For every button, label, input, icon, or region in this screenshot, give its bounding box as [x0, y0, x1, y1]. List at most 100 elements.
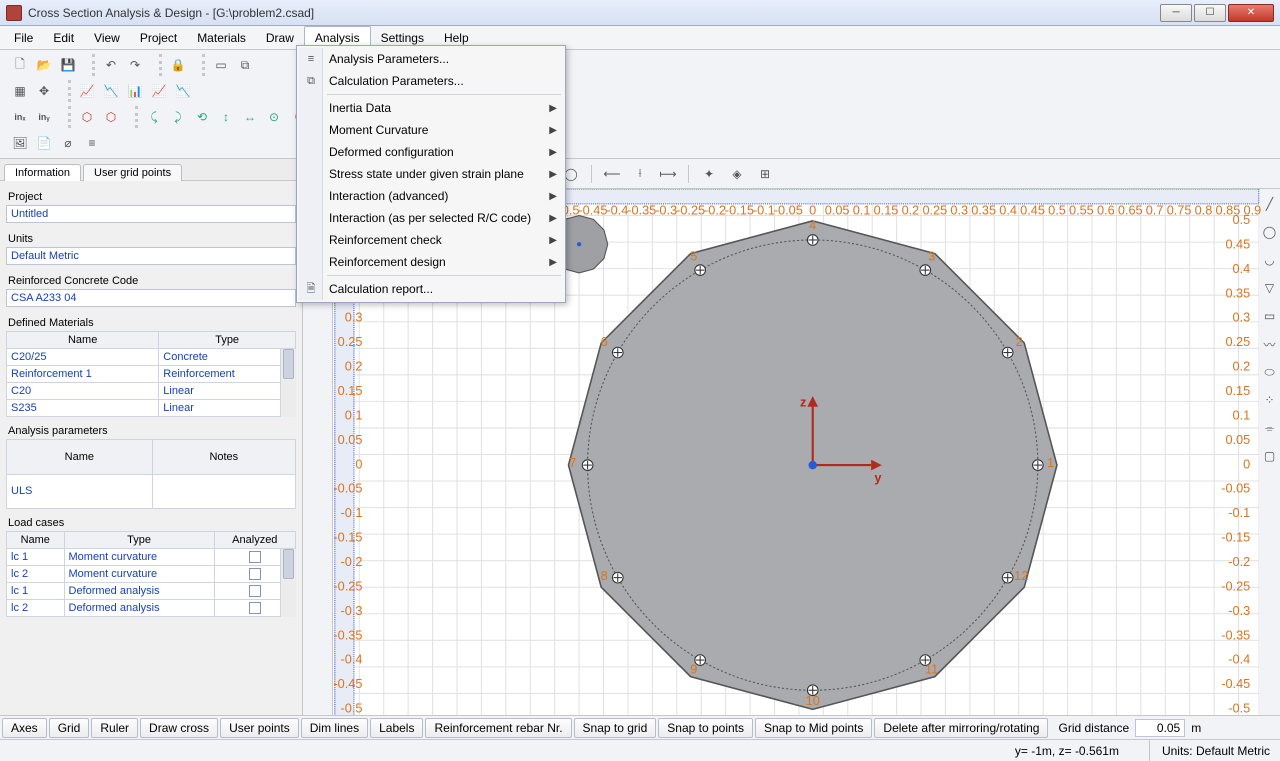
svg-text:2: 2 [1016, 334, 1023, 349]
option-labels[interactable]: Labels [370, 718, 423, 738]
units-input[interactable] [6, 247, 296, 265]
chart2-icon[interactable]: 📉 [100, 80, 122, 102]
menu-item-deformed-configuration[interactable]: Deformed configuration▶ [299, 141, 563, 163]
menubar: FileEditViewProjectMaterialsDrawAnalysis… [0, 26, 1280, 50]
menu-item-interaction-advanced[interactable]: Interaction (advanced)▶ [299, 185, 563, 207]
arrow-right-icon[interactable]: ⟼ [657, 163, 679, 185]
table-row[interactable]: S235Linear [7, 400, 296, 417]
analyzed-checkbox[interactable] [249, 551, 261, 563]
menu-edit[interactable]: Edit [43, 26, 84, 49]
snap2-icon[interactable]: ◈ [726, 163, 748, 185]
lock-icon[interactable]: 🔒 [167, 54, 189, 76]
project-input[interactable] [6, 205, 296, 223]
svg-text:0.1: 0.1 [345, 407, 363, 422]
option-snap-to-points[interactable]: Snap to points [658, 718, 753, 738]
materials-scrollbar[interactable] [280, 349, 296, 417]
materials-table[interactable]: NameTypeC20/25ConcreteReinforcement 1Rei… [6, 331, 296, 417]
menu-item-calculation-parameters[interactable]: Calculation Parameters...⧉ [299, 70, 563, 92]
save-file-icon[interactable]: 💾 [57, 54, 79, 76]
menu-item-calculation-report[interactable]: Calculation report...🗎 [299, 278, 563, 300]
table-row[interactable]: lc 1Moment curvature [7, 549, 296, 566]
table-row[interactable]: lc 2Moment curvature [7, 566, 296, 583]
menu-item-moment-curvature[interactable]: Moment Curvature▶ [299, 119, 563, 141]
maximize-button[interactable]: ☐ [1194, 4, 1226, 22]
nz-icon[interactable]: ⊙ [263, 106, 285, 128]
menu-item-analysis-parameters[interactable]: Analysis Parameters...≡ [299, 48, 563, 70]
select-icon[interactable]: ▦ [9, 80, 31, 102]
mz-icon[interactable]: ⟲ [191, 106, 213, 128]
table-row[interactable]: C20Linear [7, 383, 296, 400]
chart5-icon[interactable]: 📉 [172, 80, 194, 102]
menu-project[interactable]: Project [130, 26, 187, 49]
tab-user-grid-points[interactable]: User grid points [83, 164, 182, 181]
arrow-left-icon[interactable]: ⟵ [601, 163, 623, 185]
mx-icon[interactable]: ⤹ [143, 106, 165, 128]
table-row[interactable]: Reinforcement 1Reinforcement [7, 366, 296, 383]
loadcases-scrollbar[interactable] [280, 549, 296, 617]
export-img-icon[interactable]: 🖼 [9, 132, 31, 154]
loadcases-table[interactable]: NameTypeAnalyzedlc 1Moment curvaturelc 2… [6, 531, 296, 617]
settings-icon[interactable]: ⌀ [57, 132, 79, 154]
move-icon[interactable]: ✥ [33, 80, 55, 102]
export-pdf-icon[interactable]: 📄 [33, 132, 55, 154]
rect-icon[interactable]: ▭ [210, 54, 232, 76]
menu-materials[interactable]: Materials [187, 26, 256, 49]
snap1-icon[interactable]: ✦ [698, 163, 720, 185]
nx-icon[interactable]: ↕ [215, 106, 237, 128]
menu-item-inertia-data[interactable]: Inertia Data▶ [299, 97, 563, 119]
analyzed-checkbox[interactable] [249, 602, 261, 614]
menu-item-reinforcement-check[interactable]: Reinforcement check▶ [299, 229, 563, 251]
svg-text:3: 3 [928, 249, 935, 264]
menu-item-interaction-as-per-selected-r-c-code[interactable]: Interaction (as per selected R/C code)▶ [299, 207, 563, 229]
section-a-icon[interactable]: ⬡ [76, 106, 98, 128]
align-v-icon[interactable]: ⟊ [629, 163, 651, 185]
redo-icon[interactable]: ↷ [124, 54, 146, 76]
svg-text:0.35: 0.35 [1225, 285, 1250, 300]
option-snap-to-mid-points[interactable]: Snap to Mid points [755, 718, 872, 738]
option-axes[interactable]: Axes [2, 718, 47, 738]
open-file-icon[interactable]: 📂 [33, 54, 55, 76]
rc-code-input[interactable] [6, 289, 296, 307]
chart4-icon[interactable]: 📈 [148, 80, 170, 102]
option-user-points[interactable]: User points [220, 718, 299, 738]
menu-file[interactable]: File [4, 26, 43, 49]
menu-item-reinforcement-design[interactable]: Reinforcement design▶ [299, 251, 563, 273]
option-delete-after-mirroring-rotating[interactable]: Delete after mirroring/rotating [874, 718, 1048, 738]
svg-text:0.2: 0.2 [1233, 359, 1251, 374]
new-file-icon[interactable]: 🗋 [9, 54, 31, 76]
snap3-icon[interactable]: ⊞ [754, 163, 776, 185]
chart1-icon[interactable]: 📈 [76, 80, 98, 102]
option-draw-cross[interactable]: Draw cross [140, 718, 218, 738]
th: Name [7, 332, 159, 349]
in-y-icon[interactable]: inᵧ [33, 106, 55, 128]
option-reinforcement-rebar-nr[interactable]: Reinforcement rebar Nr. [425, 718, 571, 738]
table-row[interactable]: ULS [7, 474, 296, 509]
table-row[interactable]: lc 1Deformed analysis [7, 583, 296, 600]
option-grid[interactable]: Grid [49, 718, 90, 738]
option-dim-lines[interactable]: Dim lines [301, 718, 368, 738]
th: Analyzed [214, 532, 295, 549]
grid-distance-input[interactable] [1135, 719, 1185, 737]
ny-icon[interactable]: ↔ [239, 106, 261, 128]
chart3-icon[interactable]: 📊 [124, 80, 146, 102]
th: Type [64, 532, 214, 549]
menu-view[interactable]: View [84, 26, 130, 49]
option-ruler[interactable]: Ruler [91, 718, 138, 738]
table-row[interactable]: C20/25Concrete [7, 349, 296, 366]
analyzed-checkbox[interactable] [249, 568, 261, 580]
tab-information[interactable]: Information [4, 164, 81, 181]
undo-icon[interactable]: ↶ [100, 54, 122, 76]
section-b-icon[interactable]: ⬡ [100, 106, 122, 128]
my-icon[interactable]: ⤸ [167, 106, 189, 128]
table-row[interactable]: lc 2Deformed analysis [7, 600, 296, 617]
minimize-button[interactable]: ─ [1160, 4, 1192, 22]
analyzed-checkbox[interactable] [249, 585, 261, 597]
option-snap-to-grid[interactable]: Snap to grid [574, 718, 657, 738]
copy-icon[interactable]: ⧉ [234, 54, 256, 76]
menu-item-stress-state-under-given-strain-plane[interactable]: Stress state under given strain plane▶ [299, 163, 563, 185]
params-table[interactable]: NameNotesULS [6, 439, 296, 509]
close-button[interactable]: ✕ [1228, 4, 1274, 22]
in-x-icon[interactable]: inₓ [9, 106, 31, 128]
list-icon[interactable]: ≡ [81, 132, 103, 154]
svg-text:-0.2: -0.2 [1228, 554, 1250, 569]
